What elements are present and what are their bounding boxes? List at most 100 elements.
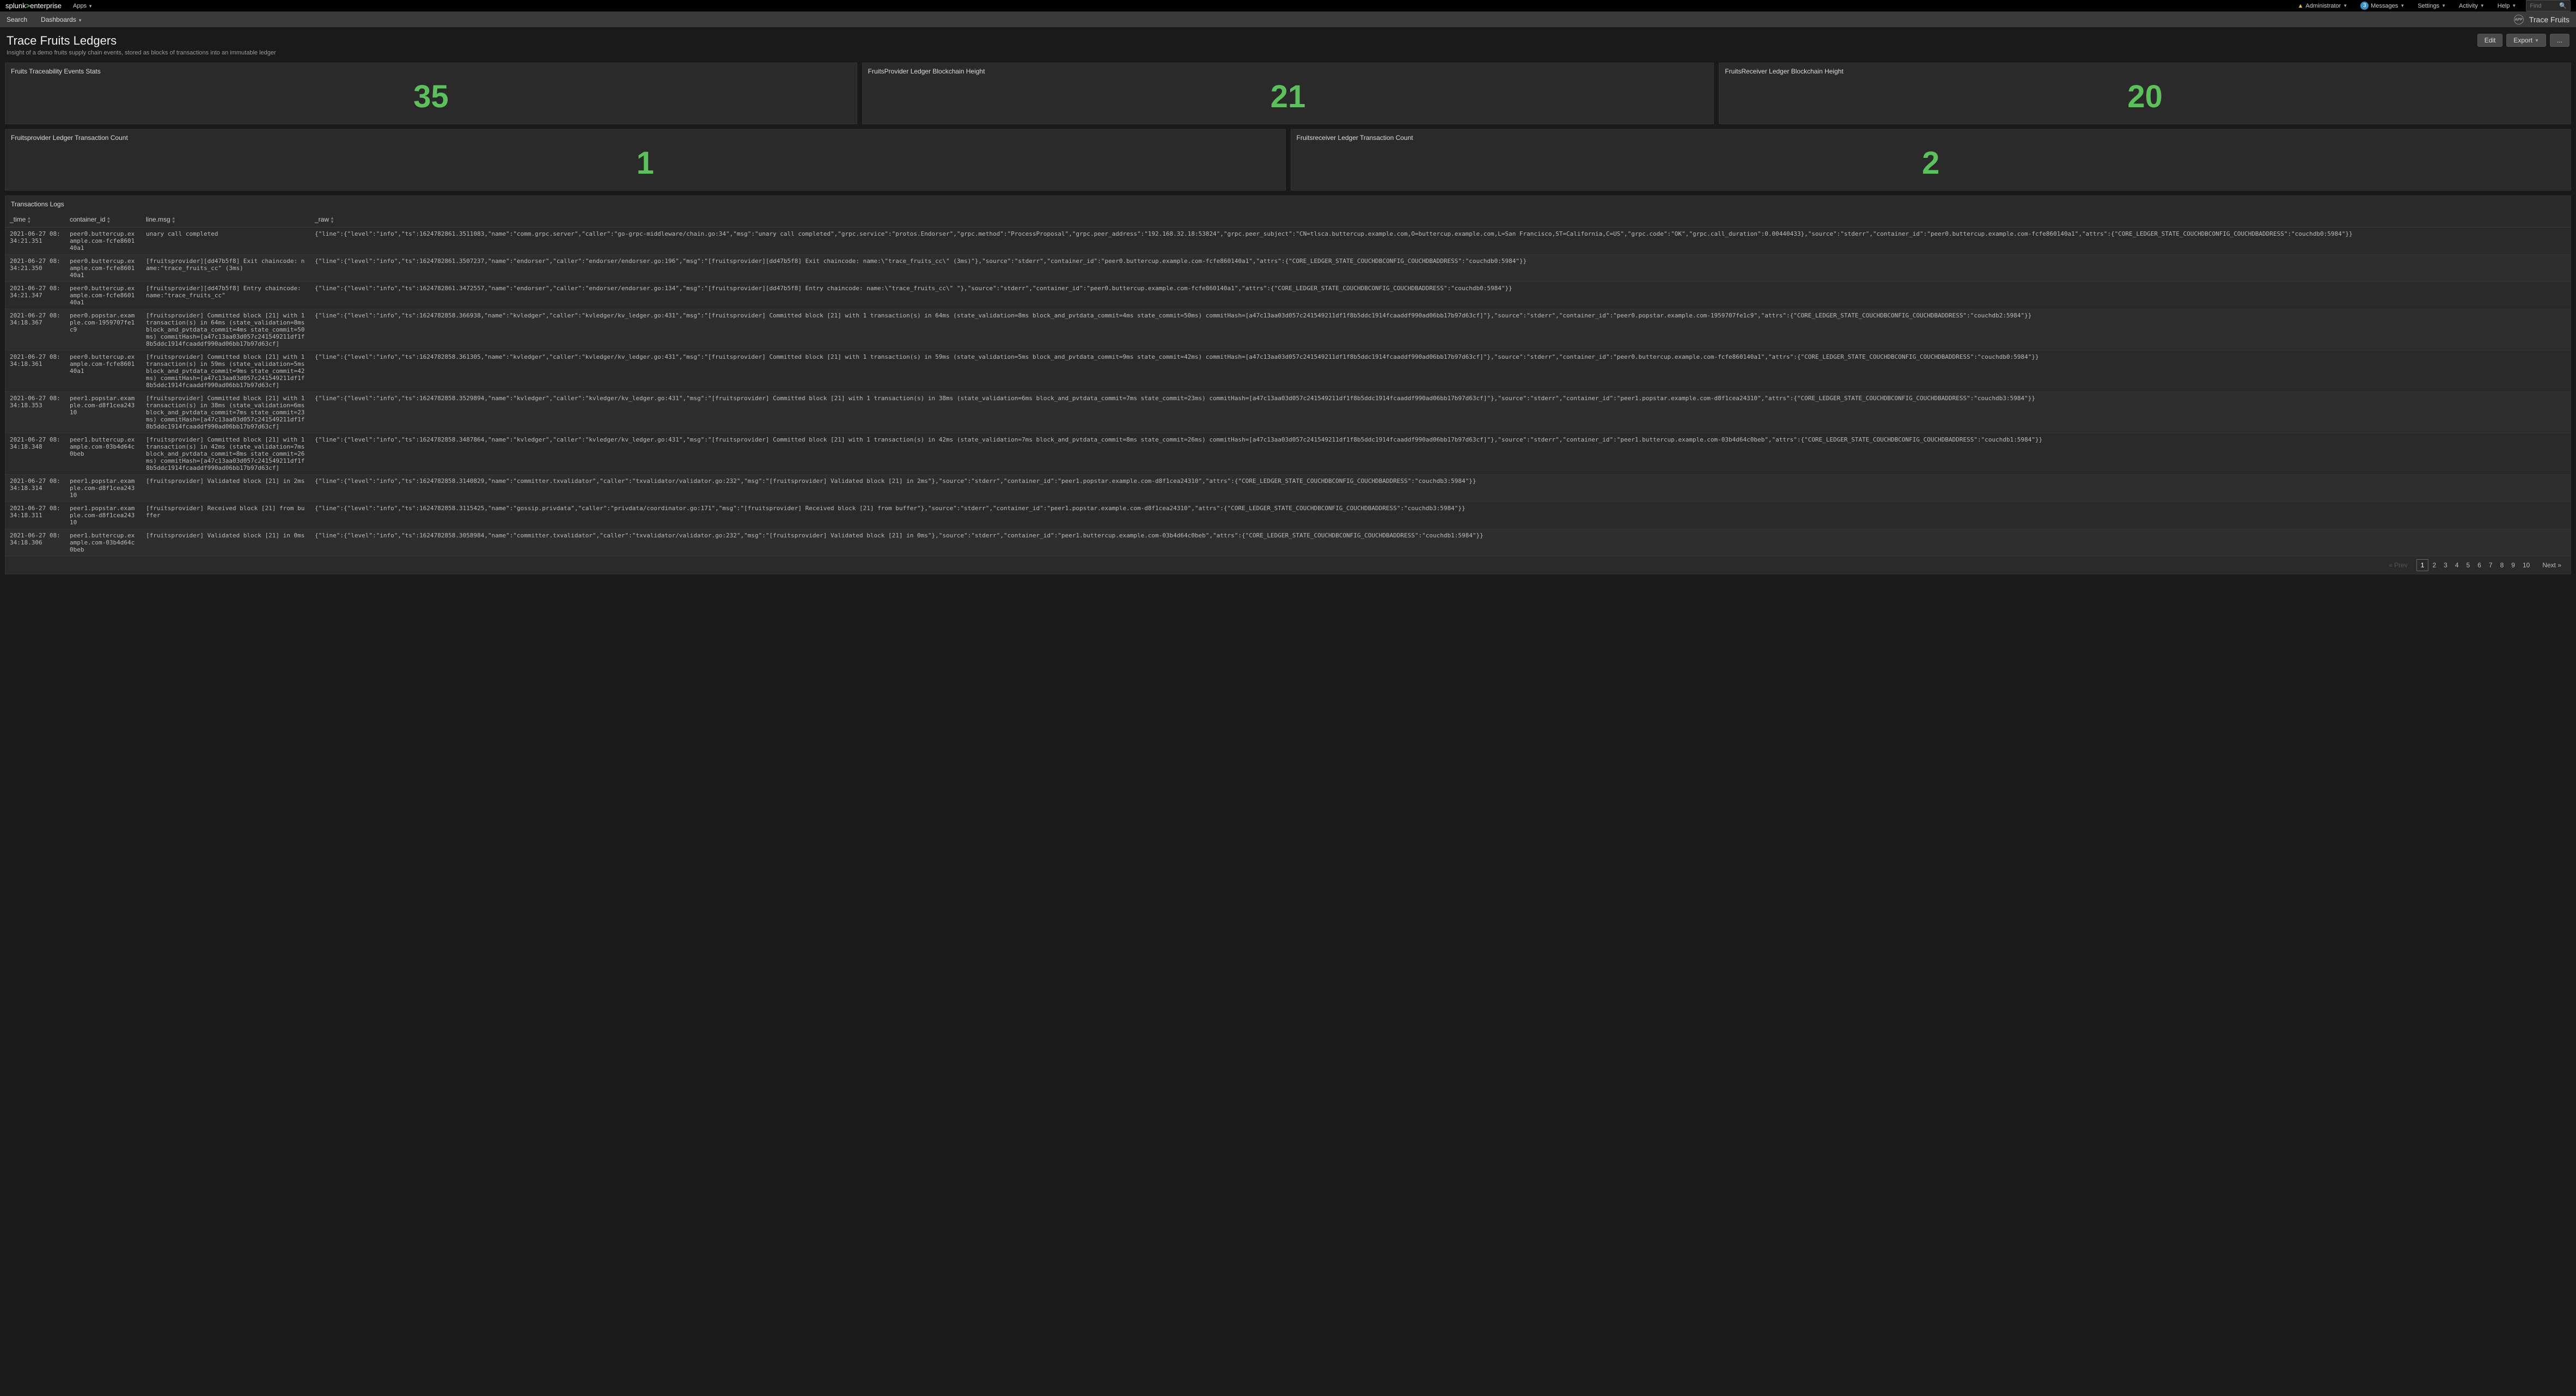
cell-time: 2021-06-27 08:34:18.311 xyxy=(5,501,65,529)
activity-menu[interactable]: Activity ▼ xyxy=(2456,1,2488,11)
panel-title: Fruitsprovider Ledger Transaction Count xyxy=(11,134,1280,142)
cell-raw: {"line":{"level":"info","ts":1624782861.… xyxy=(310,227,2571,254)
caret-down-icon: ▼ xyxy=(2400,3,2404,8)
nav-search[interactable]: Search xyxy=(7,16,27,23)
pagination-next[interactable]: Next » xyxy=(2538,560,2565,571)
find-input[interactable] xyxy=(2530,3,2557,9)
help-label: Help xyxy=(2498,3,2510,9)
app-name[interactable]: Trace Fruits xyxy=(2529,15,2569,24)
pagination-page[interactable]: 8 xyxy=(2496,560,2508,571)
logs-table: _time▲▼ container_id▲▼ line.msg▲▼ _raw▲▼… xyxy=(5,212,2571,556)
global-header: splunk>enterprise Apps ▼ ▲ Administrator… xyxy=(0,0,2576,12)
pagination-page[interactable]: 3 xyxy=(2440,560,2451,571)
settings-label: Settings xyxy=(2418,3,2439,9)
pagination-page[interactable]: 10 xyxy=(2519,560,2534,571)
help-menu[interactable]: Help ▼ xyxy=(2494,1,2520,11)
app-icon: APP xyxy=(2514,15,2524,25)
dashboard-title-block: Trace Fruits Ledgers Insight of a demo f… xyxy=(7,34,276,56)
table-row[interactable]: 2021-06-27 08:34:21.347peer0.buttercup.e… xyxy=(5,281,2571,309)
cell-time: 2021-06-27 08:34:18.348 xyxy=(5,433,65,474)
export-button[interactable]: Export ▼ xyxy=(2506,34,2546,47)
cell-cid: peer0.buttercup.example.com-fcfe860140a1 xyxy=(65,350,142,391)
stat-value: 35 xyxy=(11,75,851,119)
table-row[interactable]: 2021-06-27 08:34:18.353peer1.popstar.exa… xyxy=(5,391,2571,433)
cell-raw: {"line":{"level":"info","ts":1624782861.… xyxy=(310,281,2571,309)
panel-receiver-height: FruitsReceiver Ledger Blockchain Height … xyxy=(1719,63,2571,124)
table-title: Transactions Logs xyxy=(5,196,2571,212)
table-row[interactable]: 2021-06-27 08:34:18.311peer1.popstar.exa… xyxy=(5,501,2571,529)
cell-cid: peer1.popstar.example.com-d8f1cea24310 xyxy=(65,391,142,433)
page-title: Trace Fruits Ledgers xyxy=(7,34,276,48)
cell-time: 2021-06-27 08:34:18.367 xyxy=(5,309,65,350)
pagination-page[interactable]: 9 xyxy=(2507,560,2519,571)
settings-menu[interactable]: Settings ▼ xyxy=(2414,1,2449,11)
cell-msg: [fruitsprovider] Committed block [21] wi… xyxy=(142,391,310,433)
cell-msg: [fruitsprovider] Received block [21] fro… xyxy=(142,501,310,529)
caret-down-icon: ▼ xyxy=(78,18,82,23)
col-time-header[interactable]: _time▲▼ xyxy=(5,212,65,227)
col-line-msg-header[interactable]: line.msg▲▼ xyxy=(142,212,310,227)
edit-button[interactable]: Edit xyxy=(2477,34,2503,47)
activity-label: Activity xyxy=(2459,3,2478,9)
administrator-menu[interactable]: ▲ Administrator ▼ xyxy=(2294,1,2351,11)
table-row[interactable]: 2021-06-27 08:34:18.314peer1.popstar.exa… xyxy=(5,474,2571,501)
nav-dashboards[interactable]: Dashboards ▼ xyxy=(41,16,82,23)
table-row[interactable]: 2021-06-27 08:34:18.306peer1.buttercup.e… xyxy=(5,529,2571,556)
pagination-page[interactable]: 7 xyxy=(2485,560,2496,571)
dashboard-actions: Edit Export ▼ ... xyxy=(2477,34,2569,47)
cell-cid: peer1.buttercup.example.com-03b4d64c0beb xyxy=(65,433,142,474)
pagination-page[interactable]: 5 xyxy=(2463,560,2474,571)
table-header-row: _time▲▼ container_id▲▼ line.msg▲▼ _raw▲▼ xyxy=(5,212,2571,227)
table-row[interactable]: 2021-06-27 08:34:21.350peer0.buttercup.e… xyxy=(5,254,2571,281)
panel-title: Fruitsreceiver Ledger Transaction Count xyxy=(1297,134,2566,142)
export-label: Export xyxy=(2513,36,2532,44)
panel-title: FruitsReceiver Ledger Blockchain Height xyxy=(1725,68,2565,75)
caret-down-icon: ▼ xyxy=(2535,38,2539,43)
cell-cid: peer1.popstar.example.com-d8f1cea24310 xyxy=(65,501,142,529)
cell-time: 2021-06-27 08:34:18.314 xyxy=(5,474,65,501)
transactions-logs-panel: Transactions Logs _time▲▼ container_id▲▼… xyxy=(5,195,2571,574)
cell-raw: {"line":{"level":"info","ts":1624782858.… xyxy=(310,350,2571,391)
nav-right: APP Trace Fruits xyxy=(2514,15,2569,25)
table-row[interactable]: 2021-06-27 08:34:18.348peer1.buttercup.e… xyxy=(5,433,2571,474)
apps-label: Apps xyxy=(73,3,87,9)
col-label: container_id xyxy=(70,216,105,223)
nav-left: Search Dashboards ▼ xyxy=(7,16,82,23)
cell-msg: [fruitsprovider][dd47b5f8] Exit chaincod… xyxy=(142,254,310,281)
pagination-page[interactable]: 2 xyxy=(2428,560,2440,571)
cell-raw: {"line":{"level":"info","ts":1624782858.… xyxy=(310,501,2571,529)
table-row[interactable]: 2021-06-27 08:34:21.351peer0.buttercup.e… xyxy=(5,227,2571,254)
pagination-page[interactable]: 6 xyxy=(2474,560,2485,571)
col-container-id-header[interactable]: container_id▲▼ xyxy=(65,212,142,227)
cell-raw: {"line":{"level":"info","ts":1624782858.… xyxy=(310,474,2571,501)
apps-menu[interactable]: Apps ▼ xyxy=(70,1,96,11)
messages-menu[interactable]: 3 Messages ▼ xyxy=(2357,0,2408,11)
cell-cid: peer0.buttercup.example.com-fcfe860140a1 xyxy=(65,227,142,254)
panel-provider-height: FruitsProvider Ledger Blockchain Height … xyxy=(862,63,1714,124)
search-icon[interactable]: 🔍 xyxy=(2559,2,2567,9)
pagination-page[interactable]: 1 xyxy=(2416,559,2429,571)
pagination-prev[interactable]: « Prev xyxy=(2385,560,2412,571)
stat-value: 2 xyxy=(1297,142,2566,186)
stat-row-2: Fruitsprovider Ledger Transaction Count … xyxy=(0,129,2576,195)
nav-dashboards-label: Dashboards xyxy=(41,16,76,23)
caret-down-icon: ▼ xyxy=(2480,3,2485,8)
logo-text: splunk xyxy=(5,2,26,10)
caret-down-icon: ▼ xyxy=(2343,3,2347,8)
cell-time: 2021-06-27 08:34:21.351 xyxy=(5,227,65,254)
find-box[interactable]: 🔍 xyxy=(2526,0,2571,11)
more-button[interactable]: ... xyxy=(2550,34,2569,47)
messages-count-badge: 3 xyxy=(2360,2,2369,10)
sort-icon: ▲▼ xyxy=(106,216,111,224)
col-raw-header[interactable]: _raw▲▼ xyxy=(310,212,2571,227)
cell-cid: peer0.popstar.example.com-1959707fe1c9 xyxy=(65,309,142,350)
table-row[interactable]: 2021-06-27 08:34:18.361peer0.buttercup.e… xyxy=(5,350,2571,391)
col-label: _time xyxy=(10,216,26,223)
table-row[interactable]: 2021-06-27 08:34:18.367peer0.popstar.exa… xyxy=(5,309,2571,350)
panel-title: Fruits Traceability Events Stats xyxy=(11,68,851,75)
cell-raw: {"line":{"level":"info","ts":1624782858.… xyxy=(310,433,2571,474)
cell-time: 2021-06-27 08:34:21.347 xyxy=(5,281,65,309)
cell-time: 2021-06-27 08:34:21.350 xyxy=(5,254,65,281)
splunk-logo[interactable]: splunk>enterprise xyxy=(5,2,62,10)
pagination-page[interactable]: 4 xyxy=(2451,560,2463,571)
